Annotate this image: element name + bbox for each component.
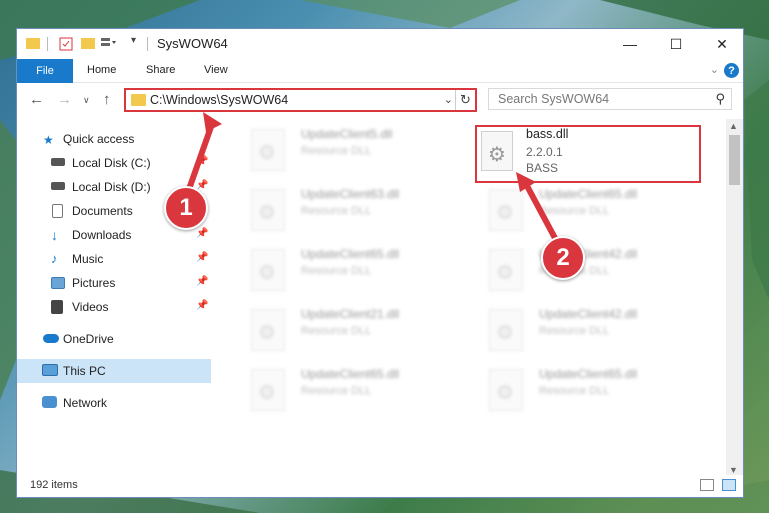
annotation-arrow-1	[185, 123, 215, 193]
annotation-arrow-2	[523, 182, 559, 242]
step-1-badge: 1	[164, 186, 208, 230]
annotation-arrows	[185, 112, 559, 242]
step-2-badge: 2	[541, 236, 585, 280]
